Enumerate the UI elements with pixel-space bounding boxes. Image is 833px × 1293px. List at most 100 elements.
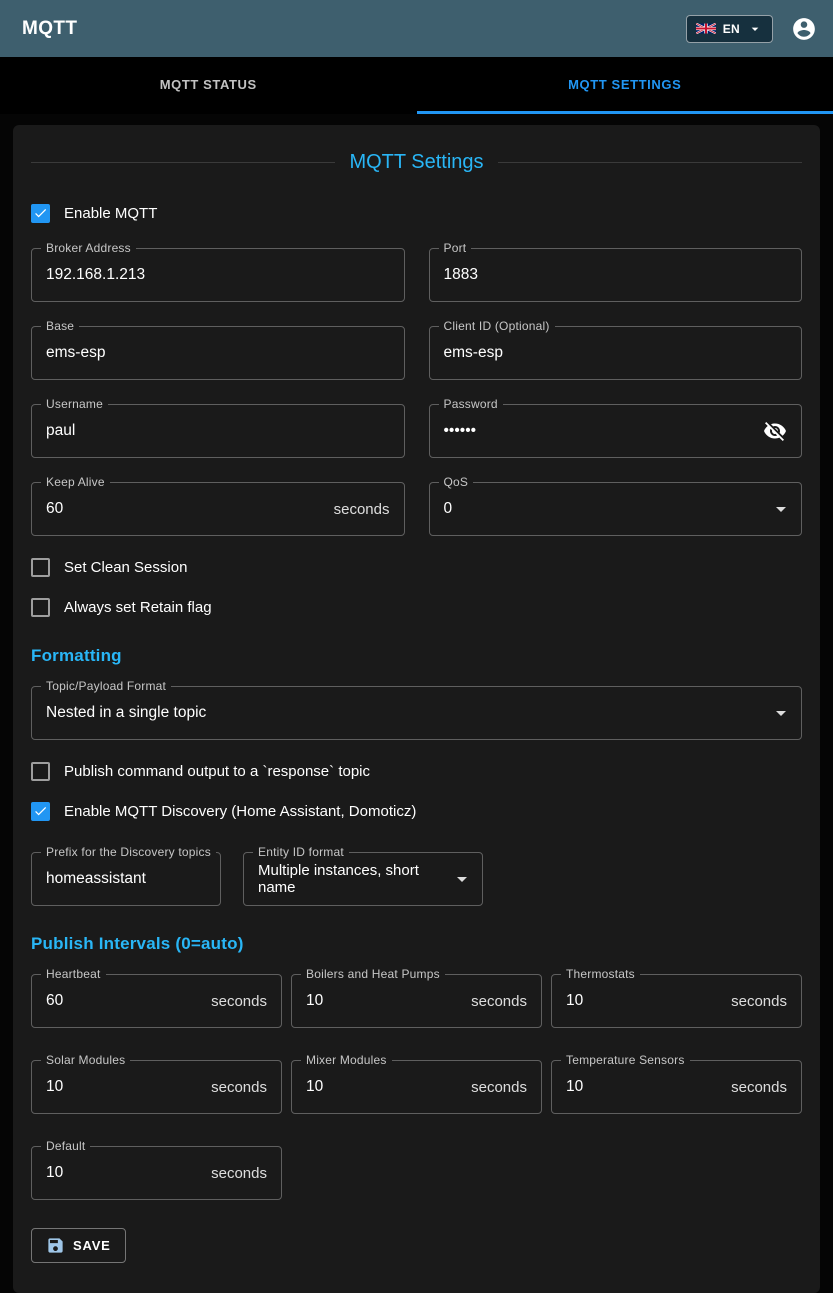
retain-flag-label: Always set Retain flag [64, 599, 212, 616]
check-icon [33, 205, 48, 221]
temperature-sensors-input[interactable] [566, 1078, 723, 1096]
broker-address-field[interactable]: Broker Address [31, 248, 405, 302]
mixer-modules-field[interactable]: Mixer Modules seconds [291, 1060, 542, 1114]
language-label: EN [723, 22, 740, 36]
enable-mqtt-checkbox[interactable] [31, 204, 50, 223]
username-input[interactable] [46, 422, 390, 440]
check-icon [33, 803, 48, 819]
mqtt-discovery-checkbox[interactable] [31, 802, 50, 821]
language-selector-button[interactable]: EN [686, 15, 773, 43]
form-row-username-password: Username Password [31, 404, 802, 458]
password-input[interactable] [444, 422, 756, 440]
base-input[interactable] [46, 344, 390, 362]
client-id-input[interactable] [444, 344, 788, 362]
keep-alive-suffix: seconds [334, 501, 390, 518]
form-row-base-clientid: Base Client ID (Optional) [31, 326, 802, 380]
heartbeat-input[interactable] [46, 992, 203, 1010]
broker-address-input[interactable] [46, 266, 390, 284]
title-divider-left [31, 162, 335, 163]
qos-select[interactable]: QoS 0 [429, 482, 803, 536]
default-interval-field[interactable]: Default seconds [31, 1146, 282, 1200]
thermostats-input[interactable] [566, 992, 723, 1010]
default-interval-input[interactable] [46, 1164, 203, 1182]
publish-response-checkbox[interactable] [31, 762, 50, 781]
client-id-field[interactable]: Client ID (Optional) [429, 326, 803, 380]
clean-session-checkbox[interactable] [31, 558, 50, 577]
page-title: MQTT Settings [349, 151, 483, 174]
retain-flag-row[interactable]: Always set Retain flag [31, 594, 802, 620]
topic-payload-format-value: Nested in a single topic [46, 704, 769, 722]
save-icon [46, 1236, 65, 1255]
thermostats-label: Thermostats [561, 967, 640, 981]
solar-modules-input[interactable] [46, 1078, 203, 1096]
base-label: Base [41, 319, 79, 333]
qos-label: QoS [439, 475, 474, 489]
thermostats-suffix: seconds [731, 993, 787, 1010]
heartbeat-suffix: seconds [211, 993, 267, 1010]
tab-mqtt-settings[interactable]: MQTT SETTINGS [417, 57, 833, 114]
port-field[interactable]: Port [429, 248, 803, 302]
mixer-modules-label: Mixer Modules [301, 1053, 392, 1067]
title-divider-right [498, 162, 802, 163]
entity-id-format-value: Multiple instances, short name [258, 862, 450, 896]
tab-bar: MQTT STATUS MQTT SETTINGS [0, 57, 833, 114]
page-title-row: MQTT Settings [31, 151, 802, 174]
port-input[interactable] [444, 266, 788, 284]
mixer-modules-input[interactable] [306, 1078, 463, 1096]
keep-alive-field[interactable]: Keep Alive seconds [31, 482, 405, 536]
base-field[interactable]: Base [31, 326, 405, 380]
form-row-keepalive-qos: Keep Alive seconds QoS 0 [31, 482, 802, 536]
discovery-prefix-input[interactable] [46, 870, 206, 888]
temperature-sensors-suffix: seconds [731, 1079, 787, 1096]
boilers-label: Boilers and Heat Pumps [301, 967, 445, 981]
enable-mqtt-row[interactable]: Enable MQTT [31, 200, 802, 226]
heartbeat-field[interactable]: Heartbeat seconds [31, 974, 282, 1028]
save-button[interactable]: SAVE [31, 1228, 126, 1263]
formatting-heading: Formatting [31, 646, 802, 666]
app-title: MQTT [22, 18, 77, 40]
solar-modules-label: Solar Modules [41, 1053, 130, 1067]
boilers-field[interactable]: Boilers and Heat Pumps seconds [291, 974, 542, 1028]
discovery-options-row: Prefix for the Discovery topics Entity I… [31, 852, 802, 906]
clean-session-label: Set Clean Session [64, 559, 187, 576]
account-circle-icon [791, 16, 817, 42]
keep-alive-label: Keep Alive [41, 475, 110, 489]
account-button[interactable] [789, 14, 819, 44]
boilers-input[interactable] [306, 992, 463, 1010]
solar-modules-field[interactable]: Solar Modules seconds [31, 1060, 282, 1114]
clean-session-row[interactable]: Set Clean Session [31, 554, 802, 580]
thermostats-field[interactable]: Thermostats seconds [551, 974, 802, 1028]
keep-alive-input[interactable] [46, 500, 326, 518]
publish-response-label: Publish command output to a `response` t… [64, 763, 370, 780]
mqtt-discovery-label: Enable MQTT Discovery (Home Assistant, D… [64, 803, 416, 820]
password-label: Password [439, 397, 503, 411]
enable-mqtt-label: Enable MQTT [64, 205, 157, 222]
publish-response-row[interactable]: Publish command output to a `response` t… [31, 758, 802, 784]
password-field[interactable]: Password [429, 404, 803, 458]
port-label: Port [439, 241, 472, 255]
entity-id-format-select[interactable]: Entity ID format Multiple instances, sho… [243, 852, 483, 906]
retain-flag-checkbox[interactable] [31, 598, 50, 617]
visibility-off-icon[interactable] [763, 419, 787, 443]
discovery-prefix-label: Prefix for the Discovery topics [41, 845, 216, 859]
dropdown-arrow-icon [769, 701, 793, 725]
boilers-suffix: seconds [471, 993, 527, 1010]
mqtt-discovery-row[interactable]: Enable MQTT Discovery (Home Assistant, D… [31, 798, 802, 824]
discovery-prefix-field[interactable]: Prefix for the Discovery topics [31, 852, 221, 906]
publish-intervals-heading: Publish Intervals (0=auto) [31, 934, 802, 954]
default-interval-label: Default [41, 1139, 90, 1153]
entity-id-format-label: Entity ID format [253, 845, 349, 859]
client-id-label: Client ID (Optional) [439, 319, 555, 333]
mixer-modules-suffix: seconds [471, 1079, 527, 1096]
topic-payload-format-label: Topic/Payload Format [41, 679, 171, 693]
username-field[interactable]: Username [31, 404, 405, 458]
topic-payload-format-select[interactable]: Topic/Payload Format Nested in a single … [31, 686, 802, 740]
dropdown-arrow-icon [769, 497, 793, 521]
tab-mqtt-status[interactable]: MQTT STATUS [0, 57, 417, 114]
dropdown-arrow-icon [450, 867, 474, 891]
chevron-down-icon [747, 21, 763, 37]
temperature-sensors-field[interactable]: Temperature Sensors seconds [551, 1060, 802, 1114]
settings-card: MQTT Settings Enable MQTT Broker Address… [13, 125, 820, 1293]
broker-address-label: Broker Address [41, 241, 136, 255]
heartbeat-label: Heartbeat [41, 967, 106, 981]
